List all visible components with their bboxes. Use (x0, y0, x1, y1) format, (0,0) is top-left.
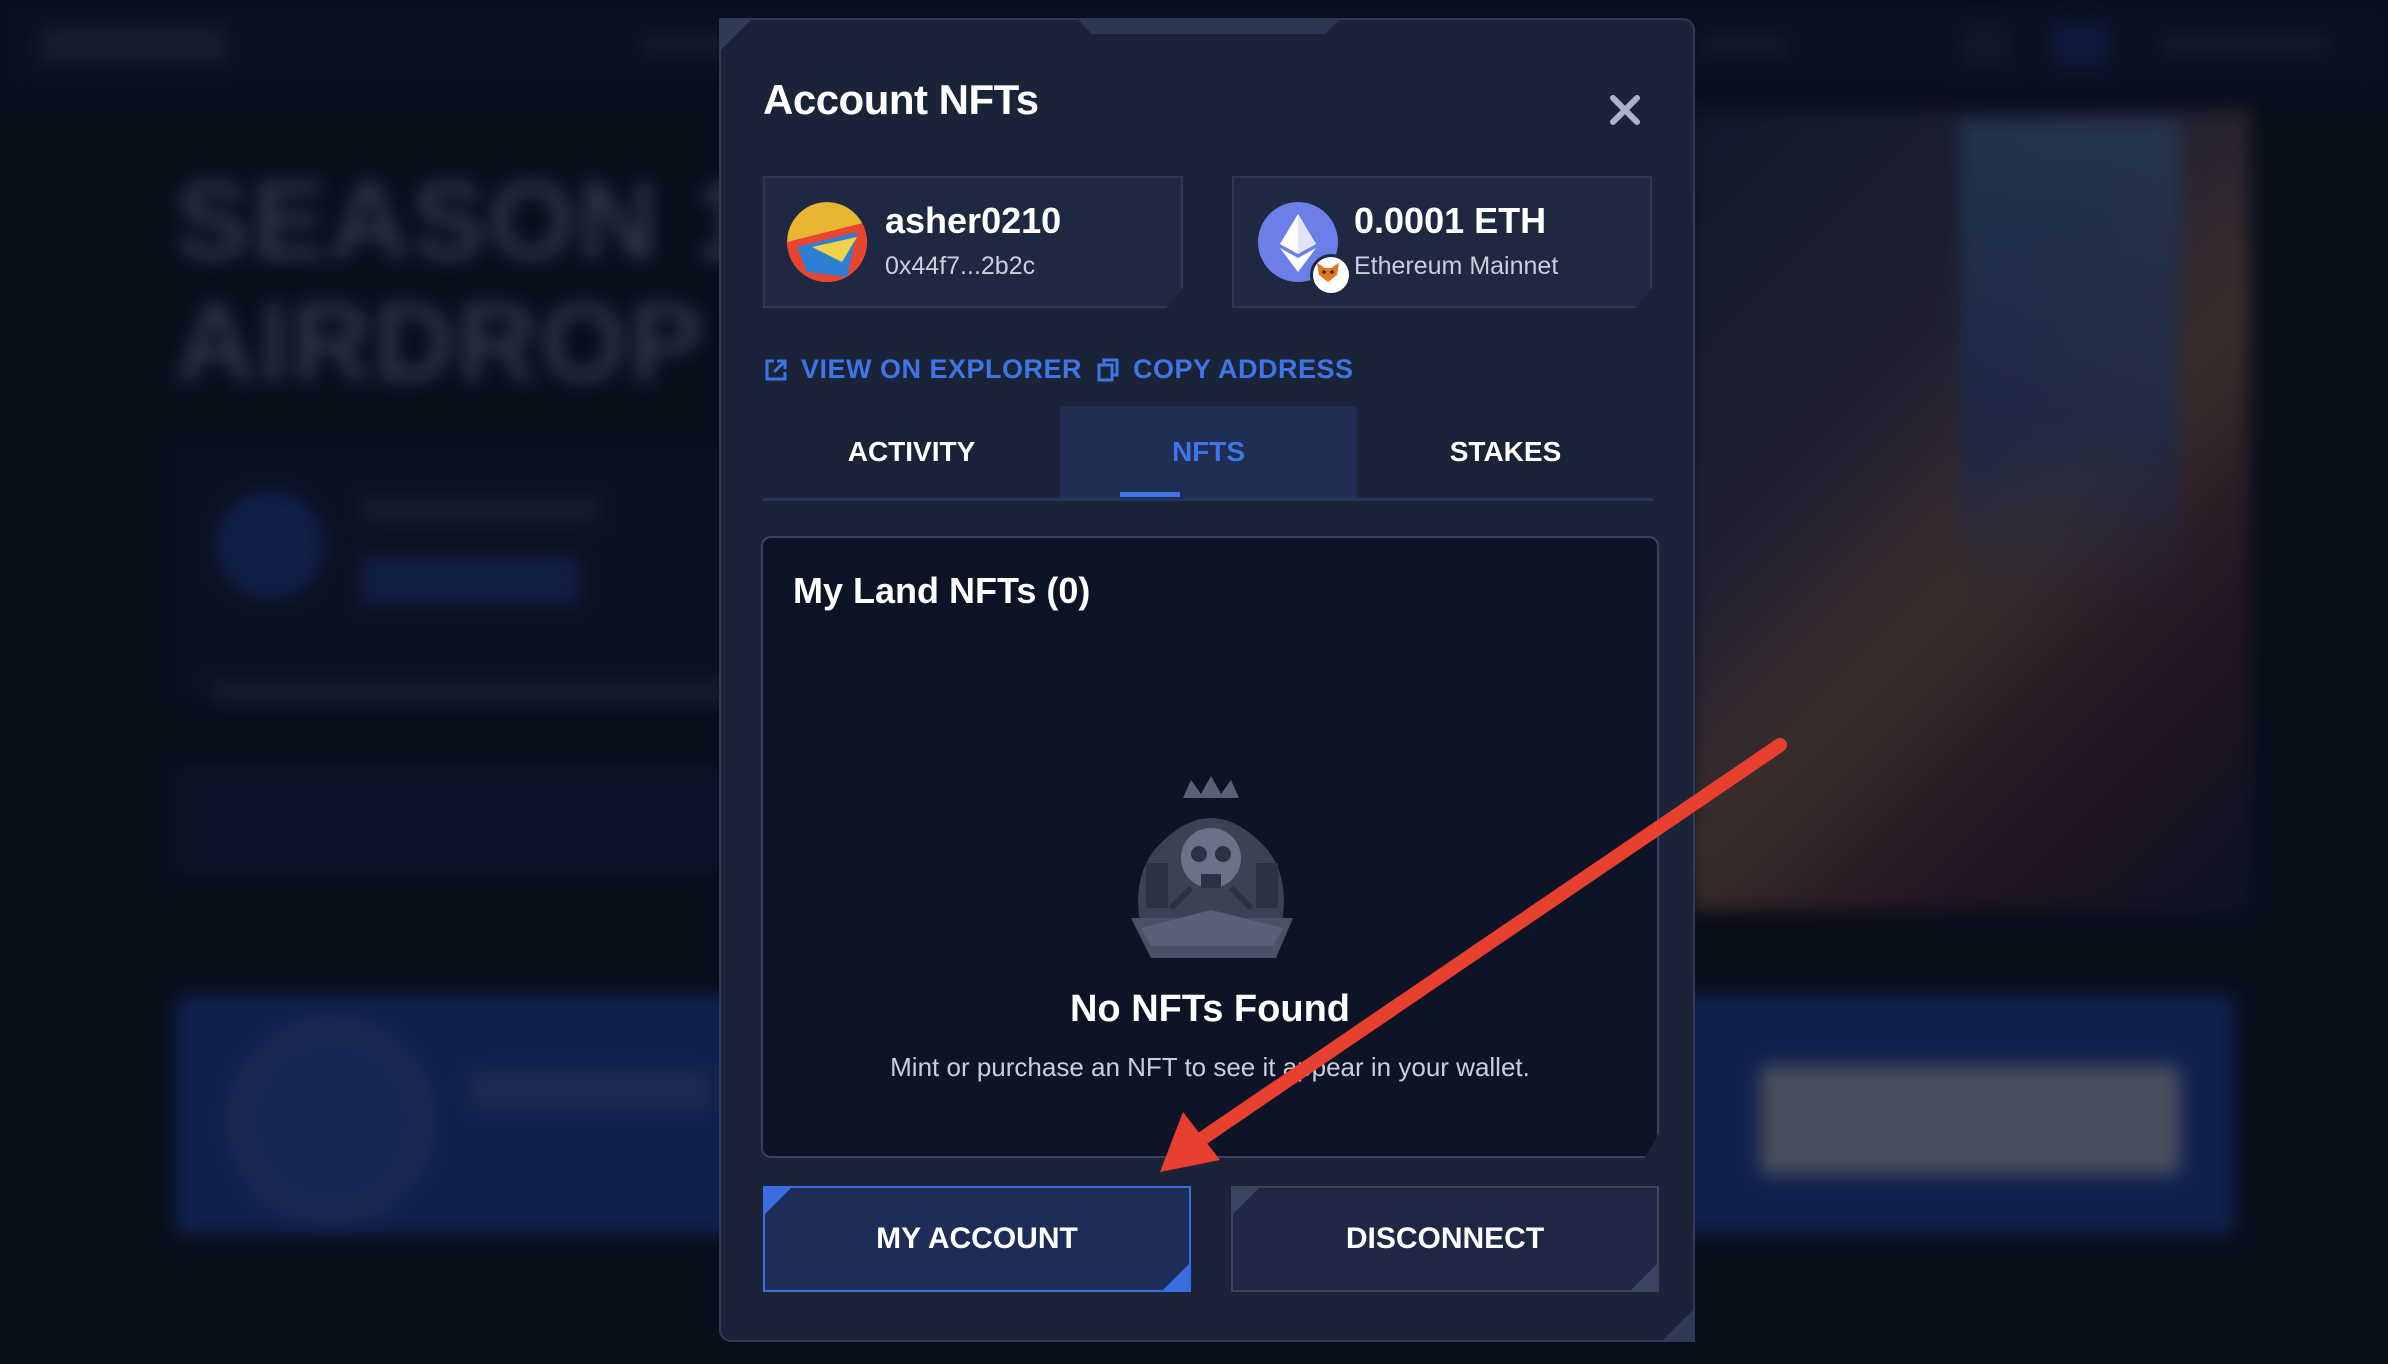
empty-state-subtitle: Mint or purchase an NFT to see it appear… (890, 1052, 1530, 1082)
panel-title: My Land NFTs (0) (793, 570, 1091, 611)
copy-icon (1097, 358, 1119, 381)
copy-address-label: COPY ADDRESS (1133, 354, 1354, 384)
disconnect-label: DISCONNECT (1345, 1222, 1545, 1255)
button-corner-decoration (1161, 1262, 1191, 1292)
modal-notch (1076, 18, 1341, 34)
external-link-icon (765, 359, 787, 380)
disconnect-button[interactable]: DISCONNECT (1231, 1186, 1659, 1292)
tab-stakes[interactable]: STAKES (1357, 406, 1654, 498)
network-name: Ethereum Mainnet (1354, 252, 1559, 280)
username: asher0210 (885, 200, 1062, 241)
tab-activity[interactable]: ACTIVITY (763, 406, 1060, 498)
tab-nfts[interactable]: NFTS (1060, 406, 1357, 498)
user-card: asher0210 0x44f7...2b2c (763, 176, 1183, 308)
my-account-label: MY ACCOUNT (876, 1222, 1078, 1255)
modal-title: Account NFTs (763, 76, 1039, 123)
view-on-explorer-label: VIEW ON EXPLORER (801, 354, 1083, 384)
button-corner-decoration (1629, 1262, 1659, 1292)
copy-address-link[interactable]: COPY ADDRESS (1095, 354, 1354, 385)
account-nfts-modal: Account NFTs asher0210 0x44f7...2b2c 0.0… (719, 18, 1695, 1342)
empty-island-icon (1131, 776, 1293, 958)
balance-amount: 0.0001 ETH (1354, 200, 1547, 241)
button-corner-decoration (763, 1186, 793, 1216)
view-on-explorer-link[interactable]: VIEW ON EXPLORER (763, 354, 1082, 385)
close-button[interactable] (1601, 86, 1649, 134)
nft-panel: My Land NFTs (0) No NFTs Found Mint or p… (761, 536, 1659, 1158)
wallet-address: 0x44f7...2b2c (885, 252, 1036, 280)
avatar (787, 202, 867, 282)
my-account-button[interactable]: MY ACCOUNT (763, 1186, 1191, 1292)
metamask-icon (1310, 254, 1352, 296)
button-corner-decoration (1231, 1186, 1261, 1216)
avatar-icon (787, 202, 867, 282)
tab-bar: ACTIVITY NFTS STAKES (763, 406, 1653, 501)
empty-state-title: No NFTs Found (1069, 988, 1350, 1030)
active-tab-indicator (1120, 492, 1180, 497)
modal-corner-decoration (1661, 1308, 1695, 1342)
balance-card: 0.0001 ETH Ethereum Mainnet (1232, 176, 1652, 308)
close-icon (1610, 95, 1640, 125)
modal-corner-decoration (719, 18, 753, 52)
